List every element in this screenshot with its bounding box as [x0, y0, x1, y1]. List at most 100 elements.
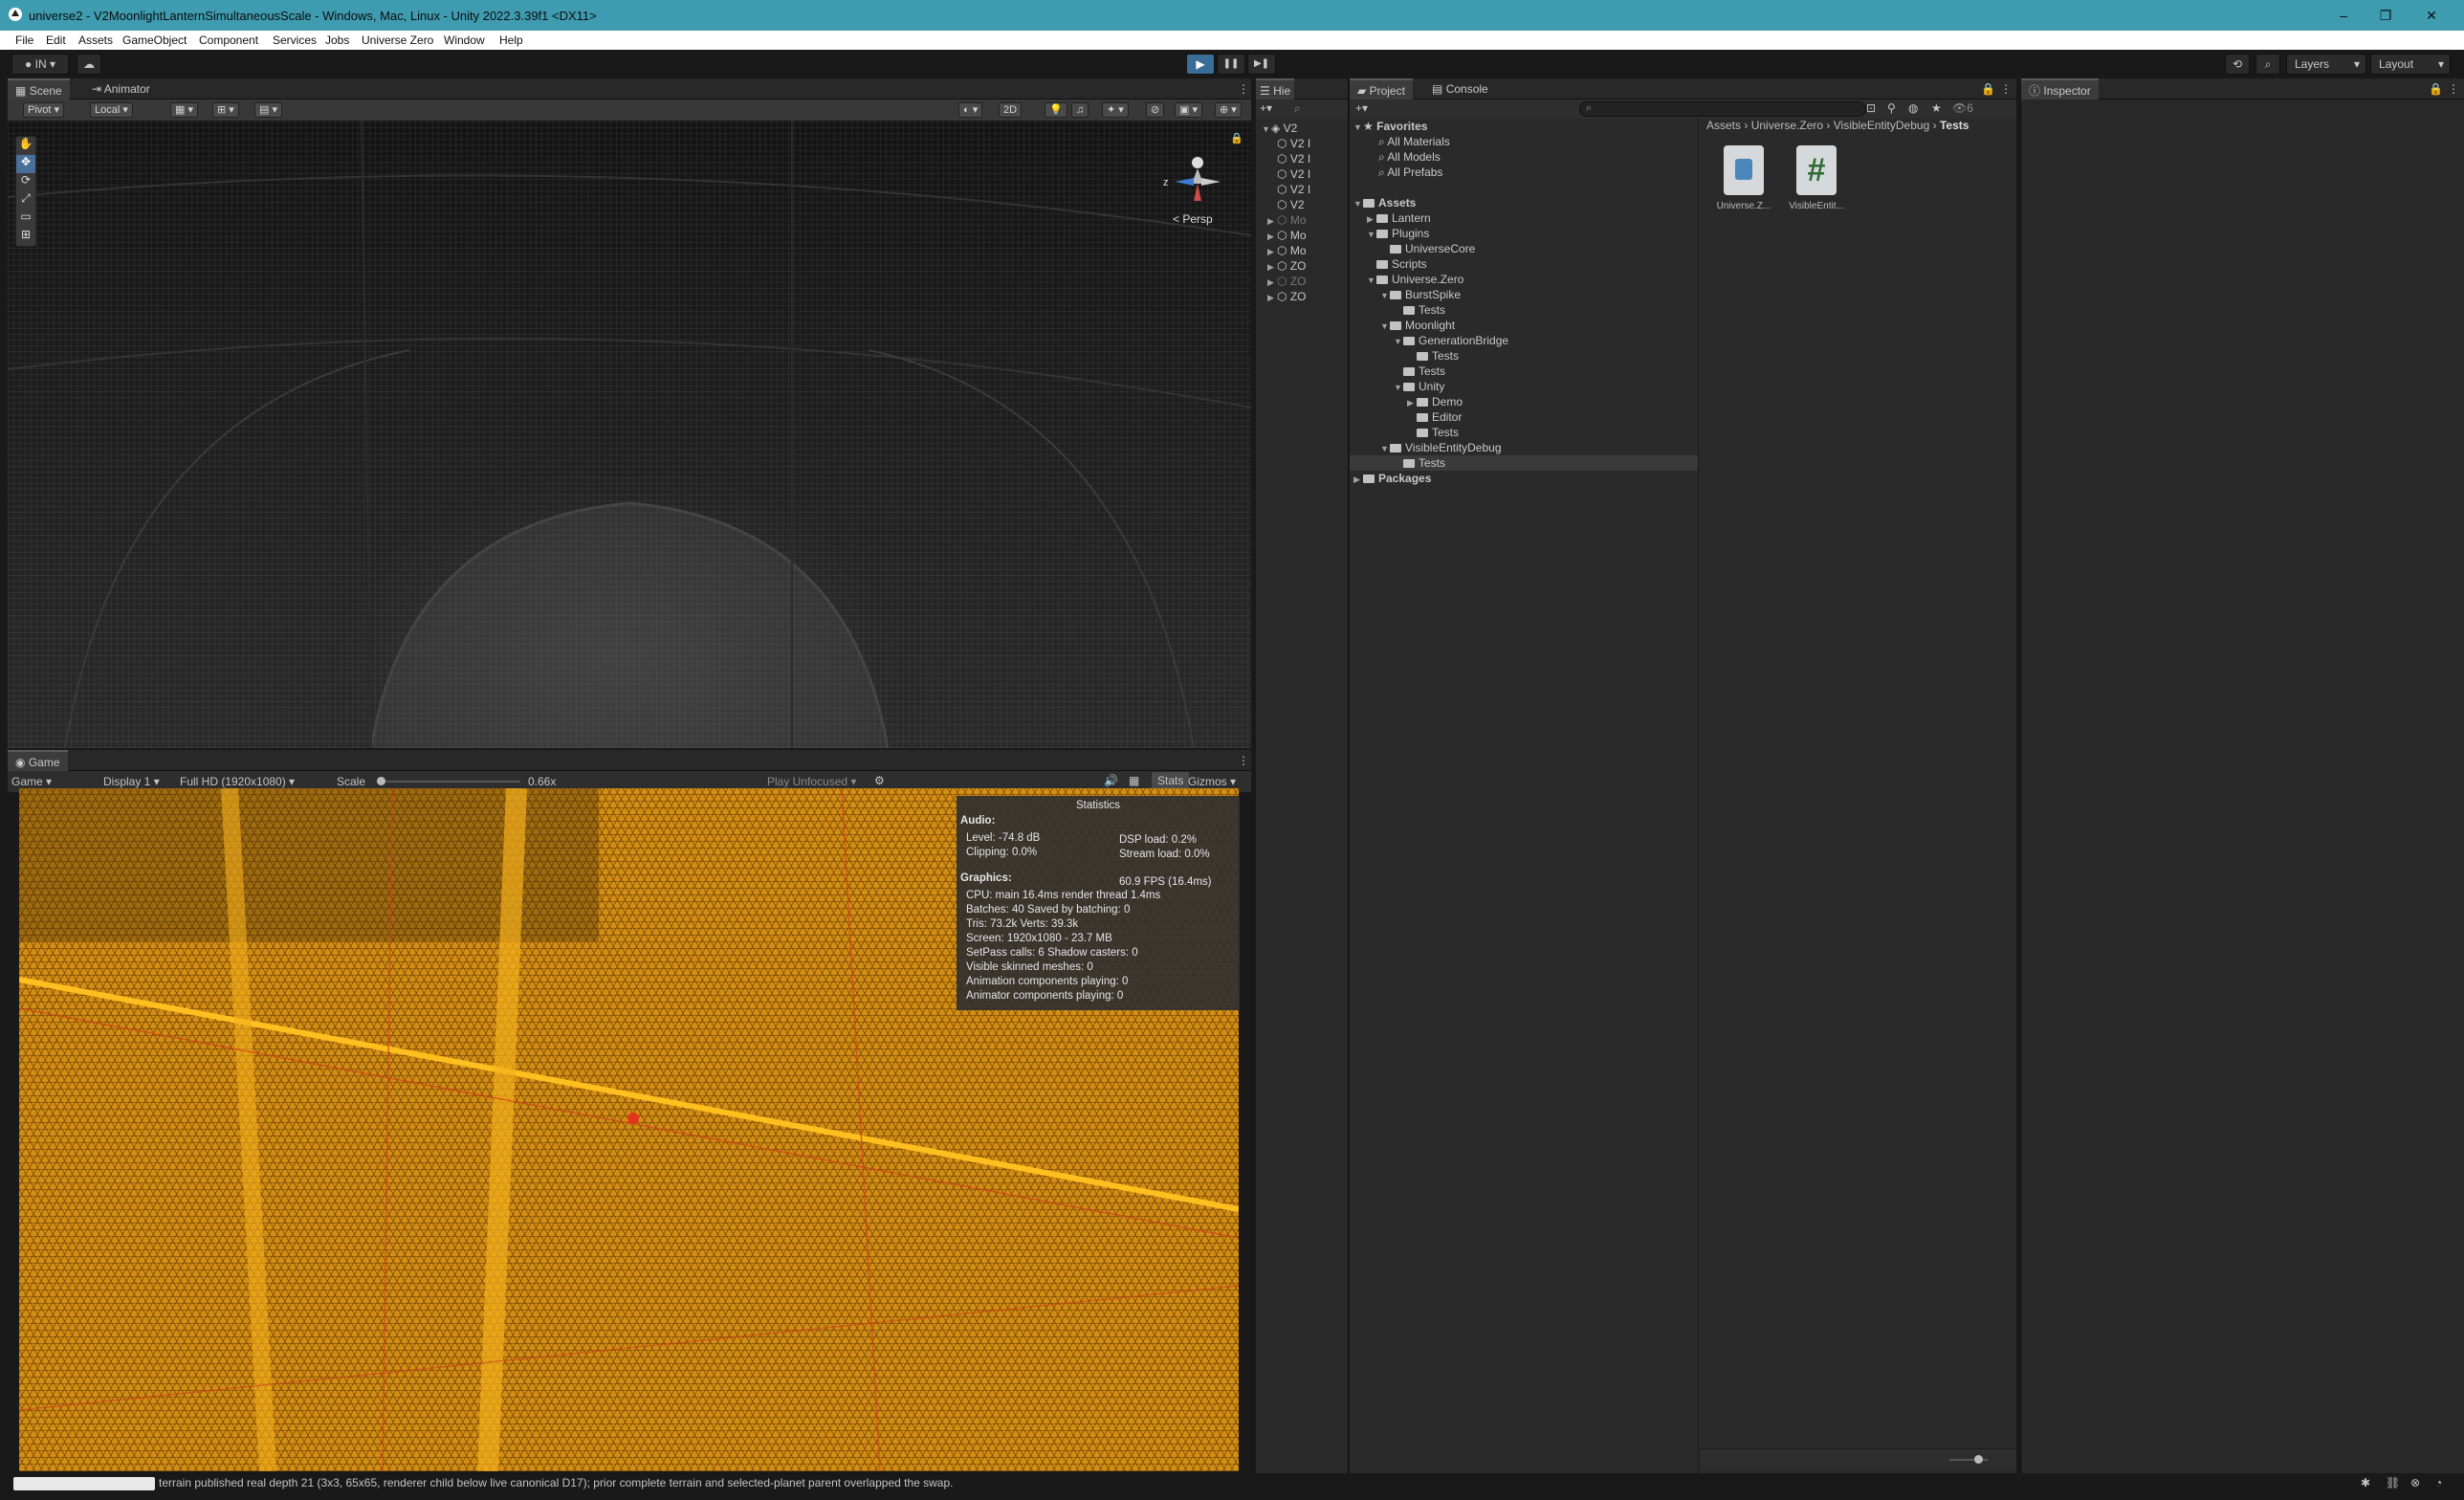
folder-item[interactable]: Tests	[1407, 425, 1459, 440]
toggle-2d-button[interactable]: 2D	[999, 102, 1023, 118]
lighting-toggle-icon[interactable]: 💡	[1045, 102, 1067, 118]
draw-mode-dropdown[interactable]: ◐ ▾	[958, 102, 983, 118]
scene-kebab-icon[interactable]: ⋮	[1230, 78, 1257, 99]
menu-jobs[interactable]: Jobs	[325, 33, 349, 47]
menu-edit[interactable]: Edit	[46, 33, 66, 47]
breadcrumb-item-current[interactable]: Tests	[1940, 119, 1969, 132]
asset-tile[interactable]: # VisibleEntit...	[1787, 142, 1846, 218]
folder-item[interactable]: Editor	[1407, 409, 1462, 425]
restore-button[interactable]: ❐	[2376, 6, 2395, 25]
gizmos-scene-icon[interactable]: ⊕ ▾	[1215, 102, 1242, 118]
folder-item[interactable]: ▼ Plugins	[1367, 226, 1429, 241]
menu-universe-zero[interactable]: Universe Zero	[362, 33, 433, 47]
layers-dropdown[interactable]: Layers ▾	[2286, 54, 2366, 75]
display-dropdown[interactable]: Display 1 ▾	[103, 775, 160, 788]
icon-size-slider[interactable]	[1949, 1455, 1988, 1464]
account-dropdown[interactable]: ● IN ▾	[11, 54, 69, 75]
inspector-kebab-icon[interactable]: ⋮	[2440, 78, 2464, 99]
project-kebab-icon[interactable]: ⋮	[1992, 78, 2019, 99]
folder-item[interactable]: Tests	[1394, 302, 1445, 318]
folder-item[interactable]: ▼ Universe.Zero	[1367, 272, 1463, 287]
resolution-dropdown[interactable]: Full HD (1920x1080) ▾	[180, 775, 295, 788]
hierarchy-item[interactable]: ▶ ⬡ ZO	[1267, 274, 1307, 289]
tab-inspector[interactable]: ⓘ Inspector	[2021, 78, 2099, 99]
move-tool-icon[interactable]: ✥	[16, 155, 35, 173]
grid-snap-button[interactable]: ▦ ▾	[170, 102, 198, 118]
hierarchy-item[interactable]: ▶ ⬡ Mo	[1267, 212, 1307, 228]
perspective-label[interactable]: < Persp	[1173, 212, 1213, 226]
favorite-item[interactable]: ⌕ All Models	[1378, 149, 1441, 165]
layout-dropdown[interactable]: Layout ▾	[2370, 54, 2451, 75]
breadcrumb-item[interactable]: Universe.Zero	[1751, 119, 1823, 132]
folder-item[interactable]: Scripts	[1367, 256, 1427, 272]
folder-item[interactable]: Tests	[1394, 364, 1445, 379]
folder-item[interactable]: ▼ Unity	[1394, 379, 1444, 394]
filter-by-type-icon[interactable]: ⊡	[1866, 101, 1876, 115]
icon-size-slider-thumb[interactable]	[1974, 1455, 1983, 1464]
local-dropdown[interactable]: Local ▾	[90, 102, 133, 118]
bug-report-icon[interactable]: ✱	[2361, 1476, 2370, 1489]
camera-settings-icon[interactable]: ▣ ▾	[1175, 102, 1202, 118]
scale-slider[interactable]	[377, 777, 520, 785]
hierarchy-item[interactable]: ▼◈ V2	[1262, 121, 1297, 136]
hierarchy-item[interactable]: ⬡ V2 I	[1277, 182, 1310, 197]
folder-item[interactable]: ▶ Packages	[1353, 471, 1431, 486]
menu-window[interactable]: Window	[444, 33, 485, 47]
hierarchy-item[interactable]: ⬡ V2	[1277, 197, 1305, 212]
gizmos-dropdown[interactable]: Gizmos ▾	[1188, 775, 1236, 788]
status-message[interactable]: terrain published real depth 21 (3x3, 65…	[159, 1476, 954, 1489]
transform-tool-icon[interactable]: ⊞	[16, 228, 35, 246]
menu-assets[interactable]: Assets	[78, 33, 113, 47]
hierarchy-search-icon[interactable]: ⌕	[1294, 101, 1301, 116]
cloud-button[interactable]: ☁	[77, 54, 101, 75]
scene-orientation-gizmo-icon[interactable]: z	[1155, 134, 1242, 210]
folder-item[interactable]: ▼ Assets	[1353, 195, 1416, 210]
effects-toggle-icon[interactable]: ✦ ▾	[1102, 102, 1129, 118]
project-search-input[interactable]: ⌕	[1579, 101, 1866, 117]
breadcrumb-item[interactable]: Assets	[1706, 119, 1741, 132]
folder-item[interactable]: ▶ Lantern	[1367, 210, 1431, 226]
breadcrumb-item[interactable]: VisibleEntityDebug	[1834, 119, 1930, 132]
pause-button[interactable]: ❚❚	[1217, 54, 1245, 75]
search-settings-icon[interactable]: ◍	[1908, 101, 1918, 115]
favorite-item[interactable]: ⌕ All Materials	[1378, 134, 1450, 149]
grid-visibility-button[interactable]: ⊞ ▾	[212, 102, 239, 118]
network-icon[interactable]: ⛓	[2386, 1476, 2400, 1489]
game-kebab-icon[interactable]: ⋮	[1230, 750, 1257, 771]
tab-console[interactable]: ▤ Console	[1424, 78, 1496, 99]
add-object-icon[interactable]: +▾	[1260, 101, 1272, 115]
folder-item-selected[interactable]: Tests	[1394, 455, 1445, 471]
step-button[interactable]: ▶❚	[1247, 54, 1276, 75]
scale-tool-icon[interactable]: ⤢	[16, 191, 35, 210]
favorite-item[interactable]: ⌕ All Prefabs	[1378, 165, 1442, 180]
hierarchy-item[interactable]: ▶ ⬡ Mo	[1267, 243, 1307, 258]
close-button[interactable]: ✕	[2422, 6, 2441, 25]
tab-project[interactable]: ▰ Project	[1350, 78, 1413, 99]
scale-slider-thumb[interactable]	[377, 777, 385, 785]
folder-item[interactable]: ▼ GenerationBridge	[1394, 333, 1508, 348]
rotate-tool-icon[interactable]: ⟳	[16, 173, 35, 191]
tab-scene[interactable]: ▦ Scene	[8, 78, 70, 99]
folder-item[interactable]: ▼ BurstSpike	[1380, 287, 1461, 302]
menu-file[interactable]: File	[15, 33, 33, 47]
hierarchy-item[interactable]: ▶ ⬡ ZO	[1267, 258, 1307, 274]
favorite-star-icon[interactable]: ★	[1931, 101, 1942, 115]
bug-icon[interactable]: ⚙	[874, 774, 885, 787]
hierarchy-item[interactable]: ▶ ⬡ ZO	[1267, 289, 1307, 304]
search-button[interactable]: ⌕	[2255, 54, 2280, 75]
tab-animator[interactable]: ⇥ Animator	[84, 78, 158, 99]
mute-audio-icon[interactable]: 🔊	[1104, 774, 1118, 787]
menu-help[interactable]: Help	[499, 33, 523, 47]
hierarchy-item[interactable]: ▶ ⬡ Mo	[1267, 228, 1307, 243]
hand-tool-icon[interactable]: ✋	[16, 137, 35, 155]
activity-icon[interactable]: ◔	[2435, 1476, 2442, 1489]
tab-game[interactable]: ◉ Game	[8, 750, 68, 771]
folder-item[interactable]: ▼ VisibleEntityDebug	[1380, 440, 1502, 455]
scene-viewport[interactable]: ✋ ✥ ⟳ ⤢ ▭ ⊞ z 🔒 < Persp	[8, 121, 1251, 748]
menu-component[interactable]: Component	[199, 33, 258, 47]
lock-icon[interactable]: 🔒	[1230, 132, 1243, 144]
filter-by-label-icon[interactable]: ⚲	[1887, 101, 1896, 115]
folder-item[interactable]: Tests	[1407, 348, 1459, 364]
menu-services[interactable]: Services	[273, 33, 317, 47]
hidden-objects-icon[interactable]: ⊘	[1146, 102, 1165, 118]
